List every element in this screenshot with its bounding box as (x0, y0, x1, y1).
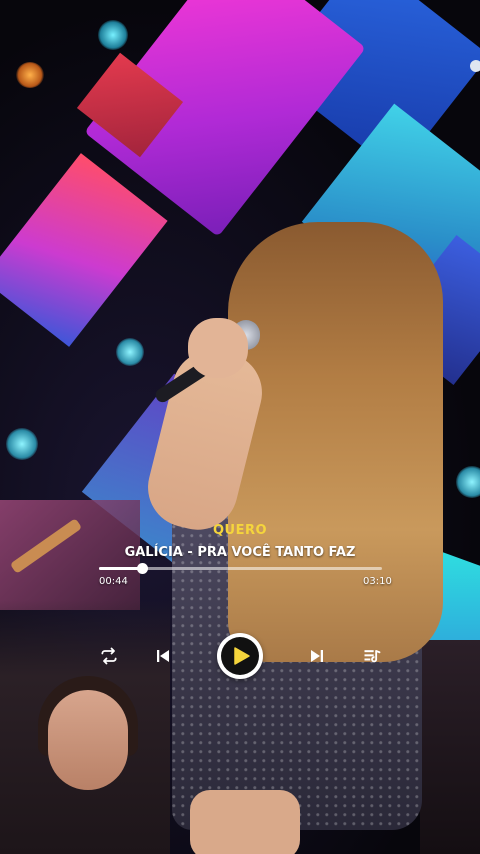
music-player-overlay: QUERO GALÍCIA - PRA VOCÊ TANTO FAZ 00:44… (0, 0, 480, 854)
song-title: GALÍCIA - PRA VOCÊ TANTO FAZ (124, 545, 356, 560)
artist-label: QUERO (212, 523, 268, 538)
skip-previous-icon (157, 650, 169, 662)
play-button-inner (221, 637, 259, 675)
total-time: 03:10 (363, 576, 392, 587)
current-time: 00:44 (99, 576, 128, 587)
progress-slider[interactable] (99, 563, 382, 574)
playlist-icon (364, 650, 381, 663)
progress-fill (99, 567, 143, 570)
play-icon (234, 647, 250, 665)
play-button[interactable] (217, 633, 263, 679)
progress-thumb[interactable] (137, 563, 149, 574)
repeat-icon (101, 647, 117, 665)
next-button[interactable] (305, 644, 329, 668)
skip-next-icon (311, 650, 323, 662)
playlist-button[interactable] (360, 644, 384, 668)
repeat-button[interactable] (97, 644, 121, 668)
previous-button[interactable] (151, 644, 175, 668)
